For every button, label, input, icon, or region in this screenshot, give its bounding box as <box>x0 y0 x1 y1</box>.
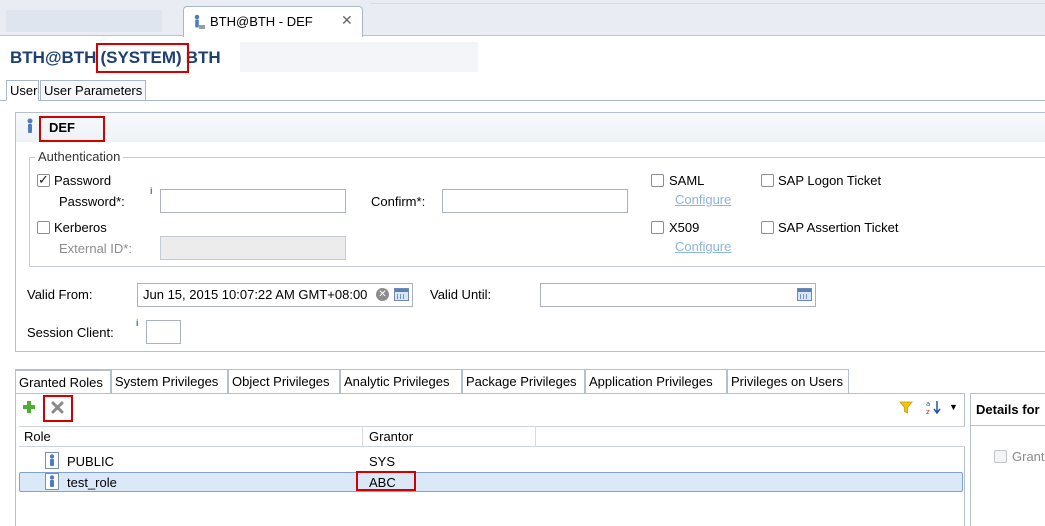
grant-option-label: Grant <box>1012 449 1045 464</box>
valid-from-label: Valid From: <box>27 287 93 302</box>
tab-system-privileges[interactable]: System Privileges <box>111 369 228 393</box>
tab-application-privileges[interactable]: Application Privileges <box>585 369 727 393</box>
column-separator <box>535 426 536 447</box>
editor-tab-strip <box>0 0 1045 36</box>
role-name: PUBLIC <box>67 454 114 469</box>
password-label: Password <box>54 173 112 188</box>
svg-text:a: a <box>926 400 930 408</box>
session-client-input[interactable] <box>146 320 181 344</box>
session-client-label: Session Client: <box>27 325 114 340</box>
tab-strip-blank <box>6 10 162 32</box>
user-icon <box>25 118 35 137</box>
close-icon[interactable]: ✕ <box>341 12 353 29</box>
sap-assertion-ticket-label: SAP Assertion Ticket <box>778 220 899 235</box>
valid-until-input[interactable] <box>540 283 816 307</box>
chevron-down-icon[interactable]: ▼ <box>949 402 958 412</box>
info-icon: i <box>150 186 153 196</box>
authentication-title: Authentication <box>35 149 124 164</box>
svg-text:z: z <box>926 408 930 415</box>
kerberos-checkbox[interactable] <box>37 221 50 234</box>
kerberos-label: Kerberos <box>54 220 107 235</box>
sort-icon[interactable]: az <box>926 399 942 418</box>
saml-configure-link[interactable]: Configure <box>675 192 731 207</box>
details-title: Details for <box>976 402 1040 417</box>
confirm-input[interactable] <box>442 189 628 213</box>
grant-option-checkbox[interactable] <box>994 450 1007 463</box>
saml-label: SAML <box>669 173 705 188</box>
valid-until-label: Valid Until: <box>430 287 492 302</box>
page-title-suffix: BTH <box>185 48 221 67</box>
details-divider <box>970 425 1045 426</box>
highlight-delete <box>43 395 73 422</box>
table-row[interactable]: test_role ABC <box>19 472 963 492</box>
header-blank <box>240 42 478 72</box>
tab-user-parameters[interactable]: User Parameters <box>40 80 146 101</box>
column-grantor[interactable]: Grantor <box>369 429 413 444</box>
x509-checkbox[interactable] <box>651 221 664 234</box>
column-separator <box>362 426 363 447</box>
subtabs-divider <box>0 100 1045 101</box>
tab-analytic-privileges[interactable]: Analytic Privileges <box>340 369 462 393</box>
role-icon <box>45 452 59 472</box>
highlight-system <box>96 43 189 73</box>
highlight-grantor <box>356 471 416 491</box>
role-icon <box>45 473 59 493</box>
x509-configure-link[interactable]: Configure <box>675 239 731 254</box>
valid-from-input[interactable]: Jun 15, 2015 10:07:22 AM GMT+08:00 <box>137 283 413 307</box>
calendar-icon[interactable] <box>797 288 812 301</box>
add-icon[interactable] <box>22 400 36 417</box>
tab-privileges-on-users[interactable]: Privileges on Users <box>727 369 849 393</box>
page-title-user: BTH@BTH <box>10 48 97 67</box>
column-role[interactable]: Role <box>24 429 51 444</box>
editor-tab-user-def[interactable]: BTH@BTH - DEF ✕ <box>183 6 363 37</box>
calendar-icon[interactable] <box>394 288 409 301</box>
tab-strip-grid <box>370 0 1045 4</box>
tab-package-privileges[interactable]: Package Privileges <box>462 369 585 393</box>
user-icon <box>192 14 206 33</box>
external-id-label: External ID*: <box>59 241 132 256</box>
sap-logon-ticket-checkbox[interactable] <box>761 174 774 187</box>
password-input[interactable] <box>160 189 346 213</box>
filter-icon[interactable] <box>899 401 913 417</box>
password-field-label: Password*: <box>59 194 125 209</box>
user-panel-header <box>15 112 1045 142</box>
sap-logon-ticket-label: SAP Logon Ticket <box>778 173 882 188</box>
role-name: test_role <box>67 475 117 490</box>
tab-granted-roles[interactable]: Granted Roles <box>15 369 111 393</box>
password-checkbox[interactable] <box>37 172 50 188</box>
sap-assertion-ticket-checkbox[interactable] <box>761 221 774 234</box>
x509-label: X509 <box>669 220 700 235</box>
saml-checkbox[interactable] <box>651 174 664 187</box>
highlight-user-name <box>39 116 105 142</box>
clear-icon[interactable]: ✕ <box>376 288 389 301</box>
external-id-input[interactable] <box>160 236 346 260</box>
roles-table-header <box>19 426 965 447</box>
tab-object-privileges[interactable]: Object Privileges <box>228 369 340 393</box>
grantor-name: SYS <box>369 454 396 469</box>
info-icon: i <box>136 318 139 328</box>
editor-tab-label: BTH@BTH - DEF <box>210 14 313 29</box>
confirm-label: Confirm*: <box>371 194 426 209</box>
table-row[interactable]: PUBLIC SYS <box>19 451 963 471</box>
tab-user[interactable]: User <box>6 80 39 101</box>
